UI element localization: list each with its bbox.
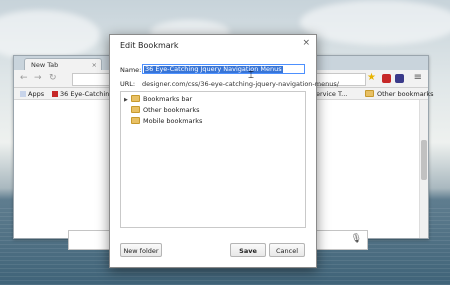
back-icon[interactable]: ←: [20, 73, 28, 83]
save-button[interactable]: Save: [230, 243, 266, 257]
folder-tree[interactable]: ▶ Bookmarks bar Other bookmarks Mobile b…: [120, 91, 306, 228]
scrollbar[interactable]: [419, 100, 428, 238]
reload-icon[interactable]: ↻: [49, 73, 57, 83]
folder-icon: [131, 117, 140, 124]
folder-icon: [131, 106, 140, 113]
extension-icon[interactable]: [395, 74, 404, 83]
scrollbar-thumb[interactable]: [421, 140, 427, 180]
name-field[interactable]: 36 Eye-Catching Jquery Navigation Menus: [142, 64, 305, 74]
cloud: [0, 10, 100, 60]
url-label: URL:: [120, 80, 136, 88]
bookmark-star-icon[interactable]: ★: [367, 72, 376, 83]
cloud: [300, 0, 450, 45]
close-icon[interactable]: ×: [302, 38, 310, 48]
menu-icon[interactable]: ≡: [414, 72, 422, 83]
bookmark-other[interactable]: Other bookmarks: [365, 90, 434, 98]
cancel-button[interactable]: Cancel: [269, 243, 305, 257]
folder-item[interactable]: Bookmarks bar: [131, 95, 192, 103]
url-field[interactable]: designer.com/css/36-eye-catching-jquery-…: [142, 80, 339, 88]
bookmark-apps[interactable]: Apps: [20, 90, 44, 98]
apps-grid-icon: [20, 91, 26, 97]
folder-item[interactable]: Other bookmarks: [131, 106, 200, 114]
microphone-icon[interactable]: 🎙: [351, 234, 362, 244]
folder-item[interactable]: Mobile bookmarks: [131, 117, 202, 125]
expand-arrow-icon[interactable]: ▶: [124, 97, 128, 103]
extension-icon[interactable]: [382, 74, 391, 83]
folder-icon: [365, 90, 374, 97]
tab-close-icon[interactable]: ×: [92, 61, 97, 69]
bookmark-item[interactable]: 36 Eye-Catching J: [52, 90, 117, 98]
edit-bookmark-dialog: Edit Bookmark × Name: 36 Eye-Catching Jq…: [109, 34, 339, 268]
dialog-title: Edit Bookmark: [120, 41, 179, 50]
forward-icon[interactable]: →: [34, 73, 42, 83]
page-favicon-icon: [52, 91, 58, 97]
bookmark-item[interactable]: ervice T...: [316, 90, 347, 98]
new-folder-button[interactable]: New folder: [120, 243, 162, 257]
name-label: Name:: [120, 66, 142, 74]
folder-icon: [131, 95, 140, 102]
name-value: 36 Eye-Catching Jquery Navigation Menus: [144, 65, 283, 73]
tab-title: New Tab: [31, 61, 59, 69]
